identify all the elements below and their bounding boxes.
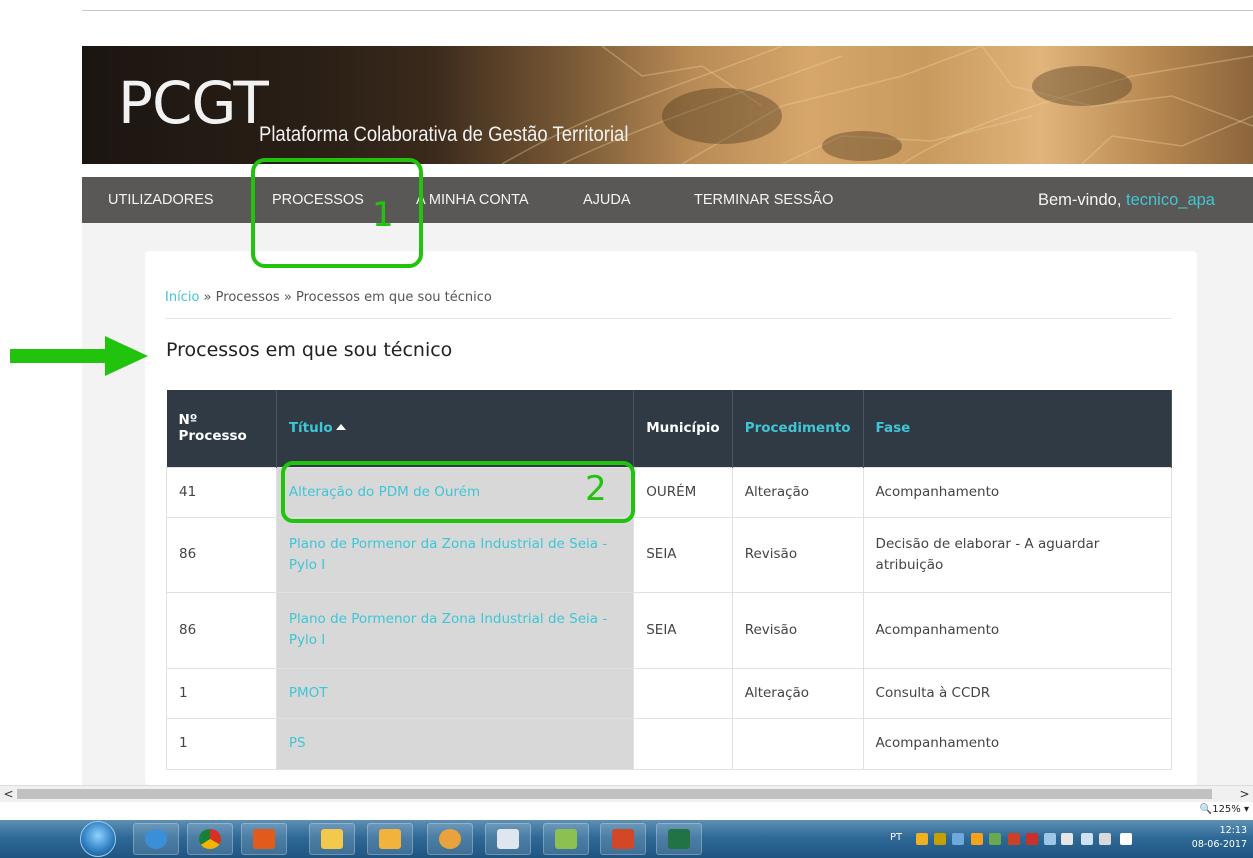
site-banner: PCGT Plataforma Colaborativa de Gestão T… [82,46,1253,164]
cell-numero: 41 [166,466,277,518]
outlook-icon[interactable] [367,823,413,855]
cell-numero: 86 [166,591,277,669]
cell-numero: 86 [166,516,277,593]
nav-utilizadores[interactable]: UTILIZADORES [108,177,214,223]
breadcrumb-divider [165,318,1172,319]
tray-app-icon[interactable] [989,833,1001,845]
zoom-level[interactable]: 🔍125% ▾ [1200,804,1249,815]
breadcrumb-separator: » [283,290,292,305]
header-fase[interactable]: Fase [863,390,1173,467]
annotation-box-1 [251,158,423,268]
table-row: 86 Plano de Pormenor da Zona Industrial … [166,591,1173,669]
speaker-icon[interactable] [1061,833,1073,845]
site-subtitle: Plataforma Colaborativa de Gestão Territ… [259,123,629,146]
annotation-box-2 [281,461,635,523]
powerpoint-icon[interactable] [600,823,646,855]
cell-municipio: SEIA [633,516,733,593]
cell-municipio: OURÉM [633,466,733,518]
page-title: Processos em que sou técnico [166,339,453,361]
volume-icon[interactable] [1120,833,1132,845]
cell-fase: Acompanhamento [862,591,1173,669]
header-procedimento[interactable]: Procedimento [732,390,864,467]
tray-app-icon[interactable] [916,833,928,845]
scroll-right-button[interactable]: > [1236,786,1253,802]
flag-icon[interactable] [1081,833,1093,845]
excel-icon[interactable] [656,823,702,855]
internet-explorer-icon[interactable] [133,823,179,855]
cell-procedimento: Revisão [731,591,864,669]
shield-icon[interactable] [1008,833,1020,845]
cell-fase: Consulta à CCDR [862,667,1173,719]
annotation-label-2: 2 [585,469,607,509]
processes-table: Nº Processo Título Município Procediment… [166,390,1173,770]
cell-procedimento: Alteração [731,667,864,719]
nav-terminar-sessao[interactable]: TERMINAR SESSÃO [694,177,833,223]
zoom-value: 125% [1212,804,1241,815]
scroll-left-button[interactable]: < [0,786,17,802]
cell-procedimento [731,717,864,770]
tray-app-icon[interactable] [971,833,983,845]
breadcrumb-separator: » [203,290,212,305]
cell-municipio: SEIA [633,591,733,669]
media-icon[interactable] [485,823,531,855]
outlook-app-icon[interactable] [241,823,287,855]
cell-procedimento: Alteração [731,466,864,518]
horizontal-scrollbar[interactable]: < > [0,785,1253,802]
photos-icon[interactable] [543,823,589,855]
green-arrow-icon [10,336,148,376]
process-title-link[interactable]: PS [275,717,635,770]
windows-taskbar: PT 12:13 08-06-2017 [0,820,1253,858]
cell-fase: Decisão de elaborar - A aguardar atribui… [862,516,1173,593]
nav-minha-conta[interactable]: A MINHA CONTA [416,177,529,223]
chrome-icon[interactable] [187,823,233,855]
header-municipio: Município [633,390,733,467]
breadcrumb-processos: Processos [215,290,280,305]
system-clock[interactable]: 12:13 08-06-2017 [1192,824,1247,852]
breadcrumb-current: Processos em que sou técnico [295,290,492,305]
table-row: 1 PMOT Alteração Consulta à CCDR [166,667,1173,719]
pcgt-logo: PCGT [118,69,269,137]
display-icon[interactable] [1099,833,1111,845]
sort-ascending-icon [335,424,346,431]
start-button[interactable] [80,821,116,857]
header-titulo[interactable]: Título [276,390,635,467]
cell-numero: 1 [166,667,277,719]
paint-icon[interactable] [427,823,473,855]
cell-municipio [633,667,733,719]
username-link[interactable]: tecnico_apa [1126,191,1215,209]
breadcrumb-home-link[interactable]: Início [165,290,199,305]
cell-numero: 1 [166,717,277,770]
clock-time: 12:13 [1219,825,1247,836]
cell-procedimento: Revisão [731,516,864,593]
table-row: 86 Plano de Pormenor da Zona Industrial … [166,516,1173,593]
breadcrumb: Início » Processos » Processos em que so… [165,290,492,305]
table-header-row: Nº Processo Título Município Procediment… [166,390,1173,467]
process-title-link[interactable]: Plano de Pormenor da Zona Industrial de … [275,516,635,593]
network-icon[interactable] [1044,833,1056,845]
zoom-icon: 🔍 [1199,804,1213,815]
process-title-link[interactable]: Plano de Pormenor da Zona Industrial de … [275,591,635,669]
tray-app-icon[interactable] [934,833,946,845]
annotation-label-1: 1 [372,195,394,235]
welcome-prefix: Bem-vindo, [1037,191,1122,209]
header-numero: Nº Processo [166,390,277,467]
tray-app-icon[interactable] [952,833,964,845]
clock-date: 08-06-2017 [1191,839,1247,850]
language-indicator[interactable]: PT [890,832,902,843]
table-row: 1 PS Acompanhamento [166,717,1173,770]
cell-municipio [633,717,733,770]
file-explorer-icon[interactable] [309,823,355,855]
cell-fase: Acompanhamento [862,717,1173,770]
nav-ajuda[interactable]: AJUDA [583,177,631,223]
acrobat-icon[interactable] [1026,833,1038,845]
top-divider [82,10,1253,11]
process-title-link[interactable]: PMOT [275,667,635,719]
cell-fase: Acompanhamento [862,466,1173,518]
scrollbar-thumb[interactable] [17,789,1212,799]
welcome-message: Bem-vindo, tecnico_apa [1038,177,1215,223]
